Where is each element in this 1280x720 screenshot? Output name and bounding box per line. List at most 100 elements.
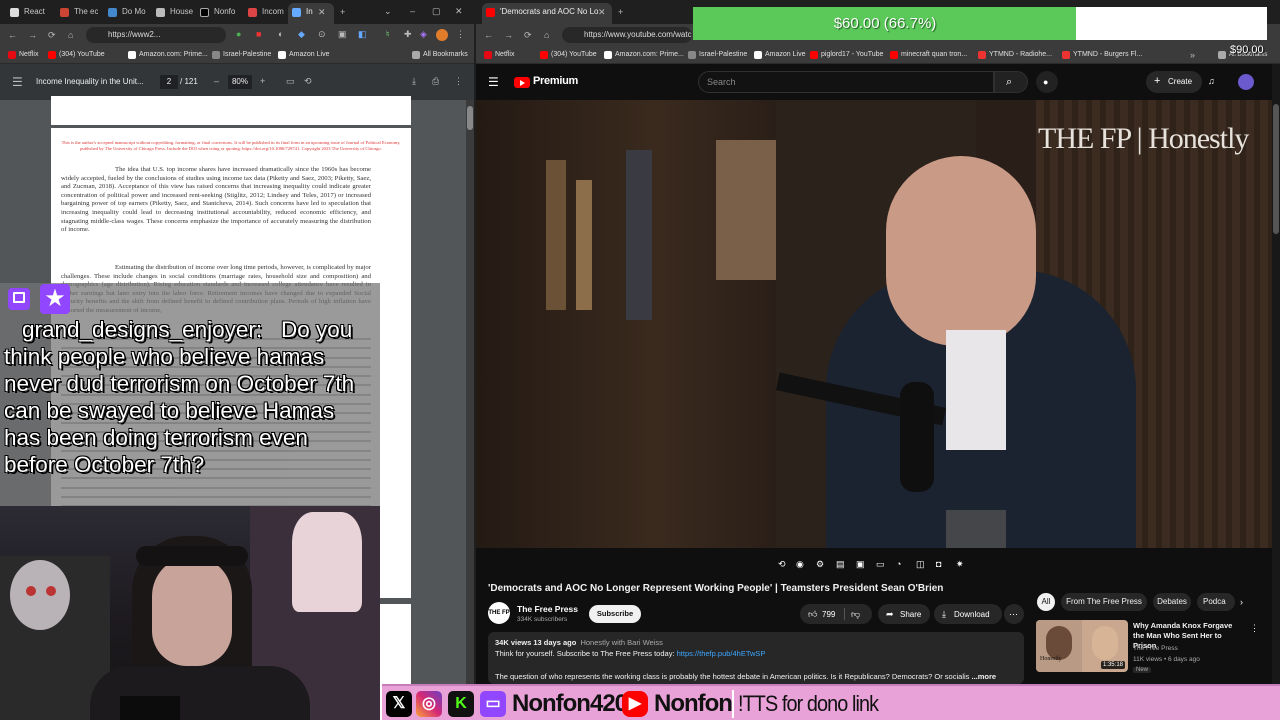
pdf-extension-icon[interactable]: ■ (256, 28, 261, 40)
minimize-icon[interactable]: – (410, 5, 415, 17)
maximize-icon[interactable]: ▢ (432, 5, 441, 17)
chevron-right-icon[interactable]: › (1240, 596, 1243, 608)
bookmark-israel-palestine[interactable]: Israel-Palestine (212, 50, 271, 60)
youtube-premium-logo[interactable]: Premium (533, 75, 578, 87)
extension-icon[interactable]: ⊙ (318, 28, 326, 40)
tab-do-mo[interactable]: Do Mo (104, 3, 146, 24)
recommended-channel[interactable]: The Free Press (1133, 645, 1178, 652)
scrollbar-track[interactable] (466, 100, 474, 720)
rotate-icon[interactable]: ⟲ (304, 75, 312, 87)
extension-icon[interactable]: ▣ (338, 28, 347, 40)
video-player[interactable]: THE FP | Honestly (476, 100, 1272, 548)
bookmark-amazon-live[interactable]: Amazon Live (278, 50, 329, 60)
tab-youtube-active[interactable]: 'Democrats and AOC No Lo ✕ (482, 3, 612, 24)
all-bookmarks[interactable]: All Bookmarks (412, 50, 468, 60)
speed-icon[interactable]: ⚙ (816, 558, 824, 570)
bookmark-youtube[interactable]: (304) YouTube (540, 50, 597, 60)
timer-icon[interactable]: ◔ (896, 558, 901, 570)
back-icon[interactable]: ← (484, 29, 493, 41)
bookmark-minecraft[interactable]: minecraft quan tron... (890, 50, 967, 60)
tab-incom[interactable]: Incom (244, 3, 286, 24)
reload-icon[interactable]: ⟳ (524, 29, 532, 41)
new-tab-icon[interactable]: + (340, 6, 345, 18)
chip-from-the-free-press[interactable]: From The Free Press (1061, 593, 1147, 611)
tab-house[interactable]: House (152, 3, 194, 24)
thumbs-up-icon[interactable]: 👍︎ (808, 608, 817, 620)
bookmark-youtube[interactable]: (304) YouTube (48, 50, 105, 60)
home-icon[interactable]: ⌂ (68, 29, 73, 41)
subscribe-button[interactable]: Subscribe (589, 605, 641, 623)
description-link[interactable]: https://thefp.pub/4hETwSP (677, 649, 766, 658)
zoom-out-icon[interactable]: – (214, 75, 219, 87)
page-number-input[interactable]: 2 (160, 75, 178, 89)
chip-podcasts[interactable]: Podca (1197, 593, 1235, 611)
forward-icon[interactable]: → (28, 29, 37, 41)
show-more-link[interactable]: ...more (972, 672, 997, 681)
menu-kebab-icon[interactable]: ⋮ (456, 28, 465, 40)
bookmarks-overflow-icon[interactable]: » (1190, 49, 1195, 61)
channel-name[interactable]: The Free Press (517, 604, 578, 614)
bookmark-amazon-live[interactable]: Amazon Live (754, 50, 805, 60)
search-button[interactable]: ⌕ (994, 71, 1028, 93)
bookmark-piglord17[interactable]: piglord17 - YouTube (810, 50, 883, 60)
fit-page-icon[interactable]: ▭ (286, 75, 295, 87)
hamburger-menu-icon[interactable]: ☰ (12, 76, 23, 88)
bookmark-netflix[interactable]: Netflix (8, 50, 38, 60)
chip-debates[interactable]: Debates (1153, 593, 1191, 611)
back-icon[interactable]: ← (8, 29, 17, 41)
camera-icon[interactable]: ◘ (936, 558, 941, 570)
scrollbar-track[interactable] (1272, 64, 1280, 684)
address-bar[interactable]: https://www.youtube.com/watch (562, 27, 692, 43)
description-box[interactable]: 34K views 13 days ago Honestly with Bari… (488, 632, 1024, 684)
share-button[interactable]: ➦ Share (878, 604, 930, 624)
hamburger-menu-icon[interactable]: ☰ (488, 76, 499, 88)
voice-search-button[interactable]: ● (1036, 71, 1058, 93)
settings-gear-icon[interactable]: ✷ (956, 558, 964, 570)
like-count[interactable]: 799 (822, 610, 835, 619)
tab-react[interactable]: React (6, 3, 48, 24)
print-icon[interactable]: ⎙ (432, 75, 439, 87)
extension-icon[interactable]: ◐ (278, 28, 283, 40)
screenshot-icon[interactable]: ▣ (856, 558, 865, 570)
close-icon[interactable]: ✕ (598, 6, 606, 18)
zoom-in-icon[interactable]: + (260, 75, 265, 87)
channel-avatar[interactable]: THE FP (488, 602, 510, 624)
tab-pdf-active[interactable]: In ✕ (288, 3, 334, 24)
extension-icon[interactable]: ♮ (386, 28, 389, 40)
home-icon[interactable]: ⌂ (544, 29, 549, 41)
pip-icon[interactable]: ◫ (916, 558, 925, 570)
bookmark-ytmnd-radiohead[interactable]: YTMND - Radiohe... (978, 50, 1052, 60)
search-input[interactable]: Search (698, 71, 994, 93)
extension-icon[interactable]: ◈ (420, 28, 427, 40)
audio-icon[interactable]: ◉ (796, 558, 804, 570)
chip-all[interactable]: All (1037, 593, 1055, 611)
tab-the-ec[interactable]: The ec (56, 3, 98, 24)
new-tab-icon[interactable]: + (618, 6, 623, 18)
forward-icon[interactable]: → (504, 29, 513, 41)
bookmark-netflix[interactable]: Netflix (484, 50, 514, 60)
bookmark-amazon[interactable]: Amazon.com: Prime... (128, 50, 208, 60)
profile-avatar[interactable] (436, 29, 448, 41)
thumbs-down-icon[interactable]: 👎︎ (851, 608, 860, 620)
scrollbar-thumb[interactable] (467, 106, 473, 130)
more-vertical-icon[interactable]: ⋮ (1250, 622, 1259, 634)
bookmark-israel-palestine[interactable]: Israel-Palestine (688, 50, 747, 60)
subtitles-icon[interactable]: ▤ (836, 558, 845, 570)
address-bar[interactable]: https://www2... (86, 27, 226, 43)
account-avatar[interactable] (1238, 74, 1254, 90)
scrollbar-thumb[interactable] (1273, 104, 1279, 234)
more-actions-button[interactable]: ⋯ (1004, 604, 1024, 624)
bookmark-ytmnd-burgers[interactable]: YTMND - Burgers Fl... (1062, 50, 1142, 60)
bookmark-amazon[interactable]: Amazon.com: Prime... (604, 50, 684, 60)
close-icon[interactable]: ✕ (318, 6, 326, 18)
notifications-bell-icon[interactable]: ♫ (1208, 75, 1215, 87)
youtube-logo-icon[interactable] (514, 77, 530, 88)
create-button[interactable]: + Create (1146, 71, 1202, 93)
extension-icon[interactable]: ◧ (358, 28, 367, 40)
download-button[interactable]: ⤓ Download (934, 604, 1002, 624)
theater-icon[interactable]: ▭ (876, 558, 885, 570)
extension-icon[interactable]: ● (236, 28, 241, 40)
reload-icon[interactable]: ⟳ (48, 29, 56, 41)
tab-search-icon[interactable]: ⌄ (384, 5, 392, 17)
zoom-level-input[interactable]: 80% (228, 75, 252, 89)
